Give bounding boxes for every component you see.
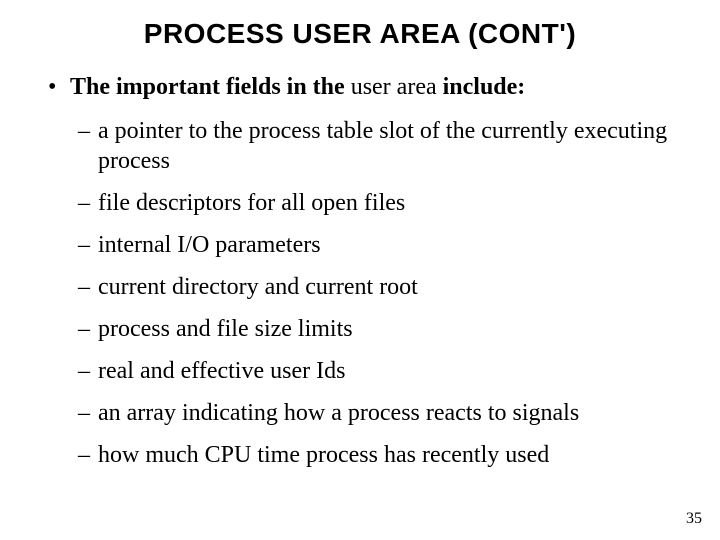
bullet-list-level1: The important fields in the user area in… xyxy=(30,72,690,470)
list-item: a pointer to the process table slot of t… xyxy=(98,116,680,176)
list-item: internal I/O parameters xyxy=(98,230,680,260)
lead-bullet: The important fields in the user area in… xyxy=(70,72,680,470)
lead-text: The important fields in the user area in… xyxy=(70,74,525,100)
list-item: process and file size limits xyxy=(98,314,680,344)
list-item: an array indicating how a process reacts… xyxy=(98,398,680,428)
list-item: real and effective user Ids xyxy=(98,356,680,386)
bullet-list-level2: a pointer to the process table slot of t… xyxy=(70,116,680,470)
page-number: 35 xyxy=(686,510,702,528)
lead-prefix: The important fields in the xyxy=(70,74,345,100)
slide: PROCESS USER AREA (CONT') The important … xyxy=(0,0,720,540)
lead-suffix: include: xyxy=(443,74,526,100)
list-item: current directory and current root xyxy=(98,272,680,302)
lead-mid: user area xyxy=(345,74,443,100)
list-item: file descriptors for all open files xyxy=(98,188,680,218)
slide-title: PROCESS USER AREA (CONT') xyxy=(30,18,690,50)
list-item: how much CPU time process has recently u… xyxy=(98,440,680,470)
